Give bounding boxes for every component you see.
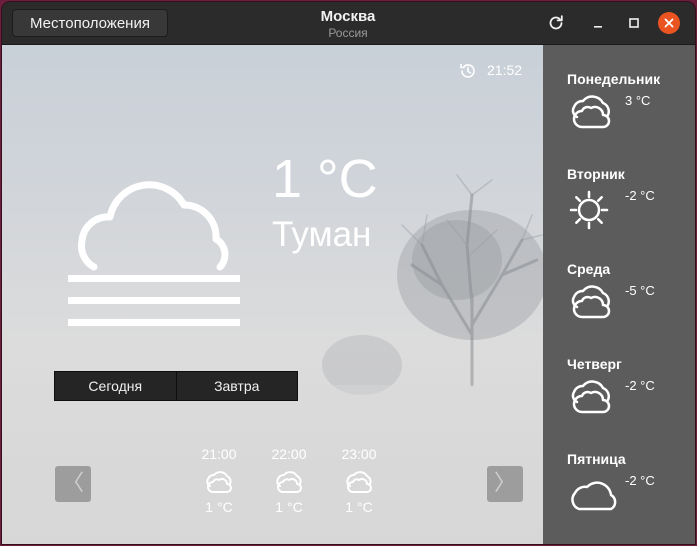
close-button[interactable]: [658, 12, 680, 34]
current-temperature: 1 °C: [272, 149, 378, 209]
prev-hours-button[interactable]: 〈: [55, 466, 91, 502]
fog-icon: [571, 95, 611, 129]
fog-icon: [571, 380, 611, 414]
forecast-day-temp: -5 °C: [625, 283, 655, 298]
cloud-icon: [571, 481, 617, 511]
update-time-label: 21:52: [487, 62, 523, 78]
fog-icon: [206, 471, 232, 493]
fog-icon: [276, 471, 302, 493]
forecast-day-name: Среда: [567, 261, 611, 277]
forecast-day: Пятница -2 °C: [543, 451, 695, 541]
minimize-icon[interactable]: [588, 13, 608, 33]
city-name: Москва: [320, 8, 376, 25]
forecast-day: Четверг -2 °C: [543, 356, 695, 446]
history-clock-icon: [460, 63, 475, 78]
fog-icon: [68, 181, 240, 326]
fog-icon: [346, 471, 372, 493]
hour-temp: 1 °C: [205, 499, 233, 515]
next-hours-button[interactable]: 〉: [487, 466, 523, 502]
hourly-item: 21:00 1 °C: [191, 445, 247, 516]
forecast-day-temp: -2 °C: [625, 378, 655, 393]
forecast-day-temp: -2 °C: [625, 473, 655, 488]
hour-time: 23:00: [341, 446, 377, 462]
close-icon: [664, 18, 674, 28]
forecast-day: Понедельник 3 °C: [543, 71, 695, 161]
maximize-icon[interactable]: [624, 13, 644, 33]
headerbar: Местоположения Москва Россия: [2, 2, 695, 45]
refresh-icon[interactable]: [546, 13, 566, 33]
update-time: 21:52: [457, 59, 537, 81]
forecast-day: Среда -5 °C: [543, 261, 695, 351]
forecast-day-name: Четверг: [567, 356, 622, 372]
forecast-day-temp: -2 °C: [625, 188, 655, 203]
tab-tomorrow[interactable]: Завтра: [175, 372, 297, 400]
hour-time: 22:00: [271, 446, 307, 462]
sun-icon: [569, 190, 609, 230]
hourly-item: 23:00 1 °C: [331, 445, 387, 516]
window-title: Москва Россия: [248, 8, 448, 40]
fog-icon: [571, 285, 611, 319]
forecast-day-temp: 3 °C: [625, 93, 651, 108]
day-switcher: Сегодня Завтра: [54, 371, 298, 401]
forecast-day-name: Понедельник: [567, 71, 661, 87]
forecast-day: Вторник -2 °C: [543, 166, 695, 256]
hourly-item: 22:00 1 °C: [261, 445, 317, 516]
forecast-sidebar: Понедельник 3 °C Вторник -2 °C Среда -5 …: [543, 45, 695, 544]
current-weather-panel: 21:52 1 °C Туман Сегодня Завтра 〈 〉 21:0…: [2, 45, 543, 544]
locations-button[interactable]: Местоположения: [12, 9, 168, 37]
forecast-day-name: Вторник: [567, 166, 625, 182]
hour-temp: 1 °C: [275, 499, 303, 515]
country-name: Россия: [328, 26, 368, 40]
hour-temp: 1 °C: [345, 499, 373, 515]
forecast-day-name: Пятница: [567, 451, 626, 467]
weather-window: Местоположения Москва Россия 21:52 1 °C …: [2, 2, 695, 544]
tab-today[interactable]: Сегодня: [55, 372, 176, 400]
current-condition: Туман: [272, 215, 372, 254]
hour-time: 21:00: [201, 446, 237, 462]
